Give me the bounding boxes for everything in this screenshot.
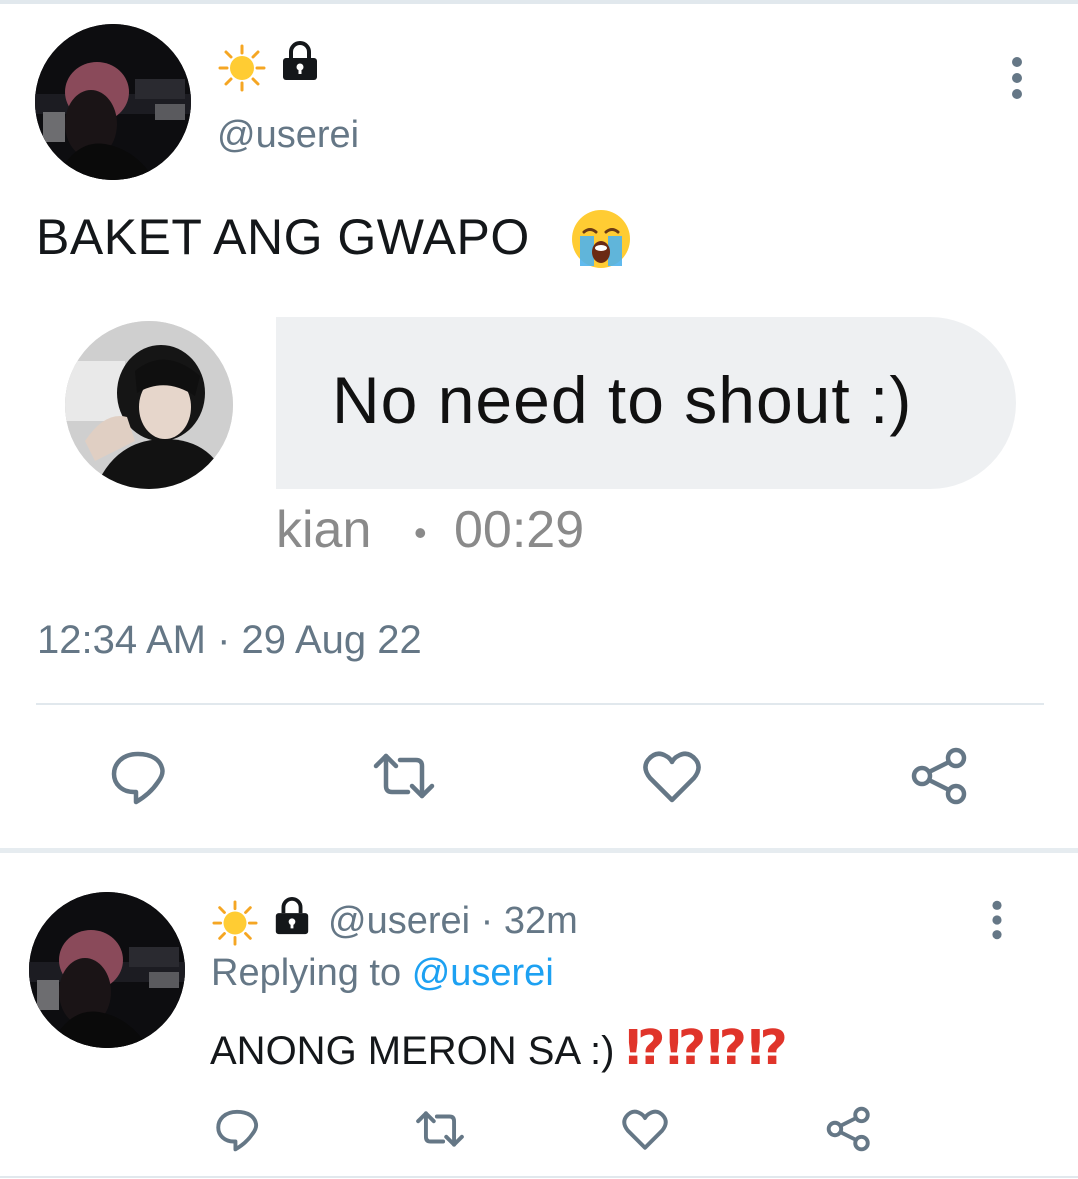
- reply-header: @userei · 32m: [328, 900, 578, 943]
- tweet-timestamp[interactable]: 12:34 AM · 29 Aug 22: [37, 618, 422, 663]
- reply-icon[interactable]: [212, 1104, 262, 1154]
- replying-to-handle[interactable]: @userei: [412, 952, 554, 994]
- tweet-text: BAKET ANG GWAPO: [36, 209, 530, 265]
- message-text: No need to shout :): [332, 363, 913, 437]
- chat-avatar: [65, 321, 233, 489]
- retweet-icon[interactable]: [372, 744, 436, 808]
- divider: [36, 703, 1044, 705]
- message-dot: •: [414, 512, 427, 553]
- reply-handle[interactable]: @userei: [328, 900, 470, 942]
- like-icon[interactable]: [620, 1104, 670, 1154]
- reply-avatar[interactable]: [29, 892, 185, 1048]
- reply-icon[interactable]: [106, 744, 170, 808]
- reply-age: · 32m: [480, 900, 578, 942]
- share-icon[interactable]: [908, 744, 972, 808]
- sun-icon: [212, 900, 258, 946]
- message-time: 00:29: [454, 501, 585, 559]
- top-divider: [0, 0, 1078, 4]
- like-icon[interactable]: [640, 744, 704, 808]
- lock-icon: [272, 896, 312, 936]
- bottom-divider: [0, 1176, 1078, 1178]
- avatar[interactable]: [35, 24, 191, 180]
- retweet-icon[interactable]: [415, 1104, 465, 1154]
- reply-text: ANONG MERON SA :): [210, 1029, 615, 1073]
- section-divider: [0, 848, 1078, 853]
- author-handle[interactable]: @userei: [217, 114, 359, 157]
- reply-text-line: ANONG MERON SA :) ⁉⁉⁉⁉: [210, 1020, 789, 1076]
- interrobang-emojis: ⁉⁉⁉⁉: [625, 1022, 789, 1075]
- more-options-icon[interactable]: [1005, 54, 1029, 104]
- replying-to-label: Replying to: [211, 952, 402, 994]
- replying-to: Replying to @userei: [211, 952, 554, 995]
- lock-icon: [279, 40, 321, 82]
- share-icon[interactable]: [824, 1104, 874, 1154]
- sun-icon: [218, 44, 266, 92]
- message-sender: kian: [276, 501, 372, 559]
- loudly-crying-face-icon: [570, 208, 632, 270]
- more-options-icon[interactable]: [986, 898, 1008, 942]
